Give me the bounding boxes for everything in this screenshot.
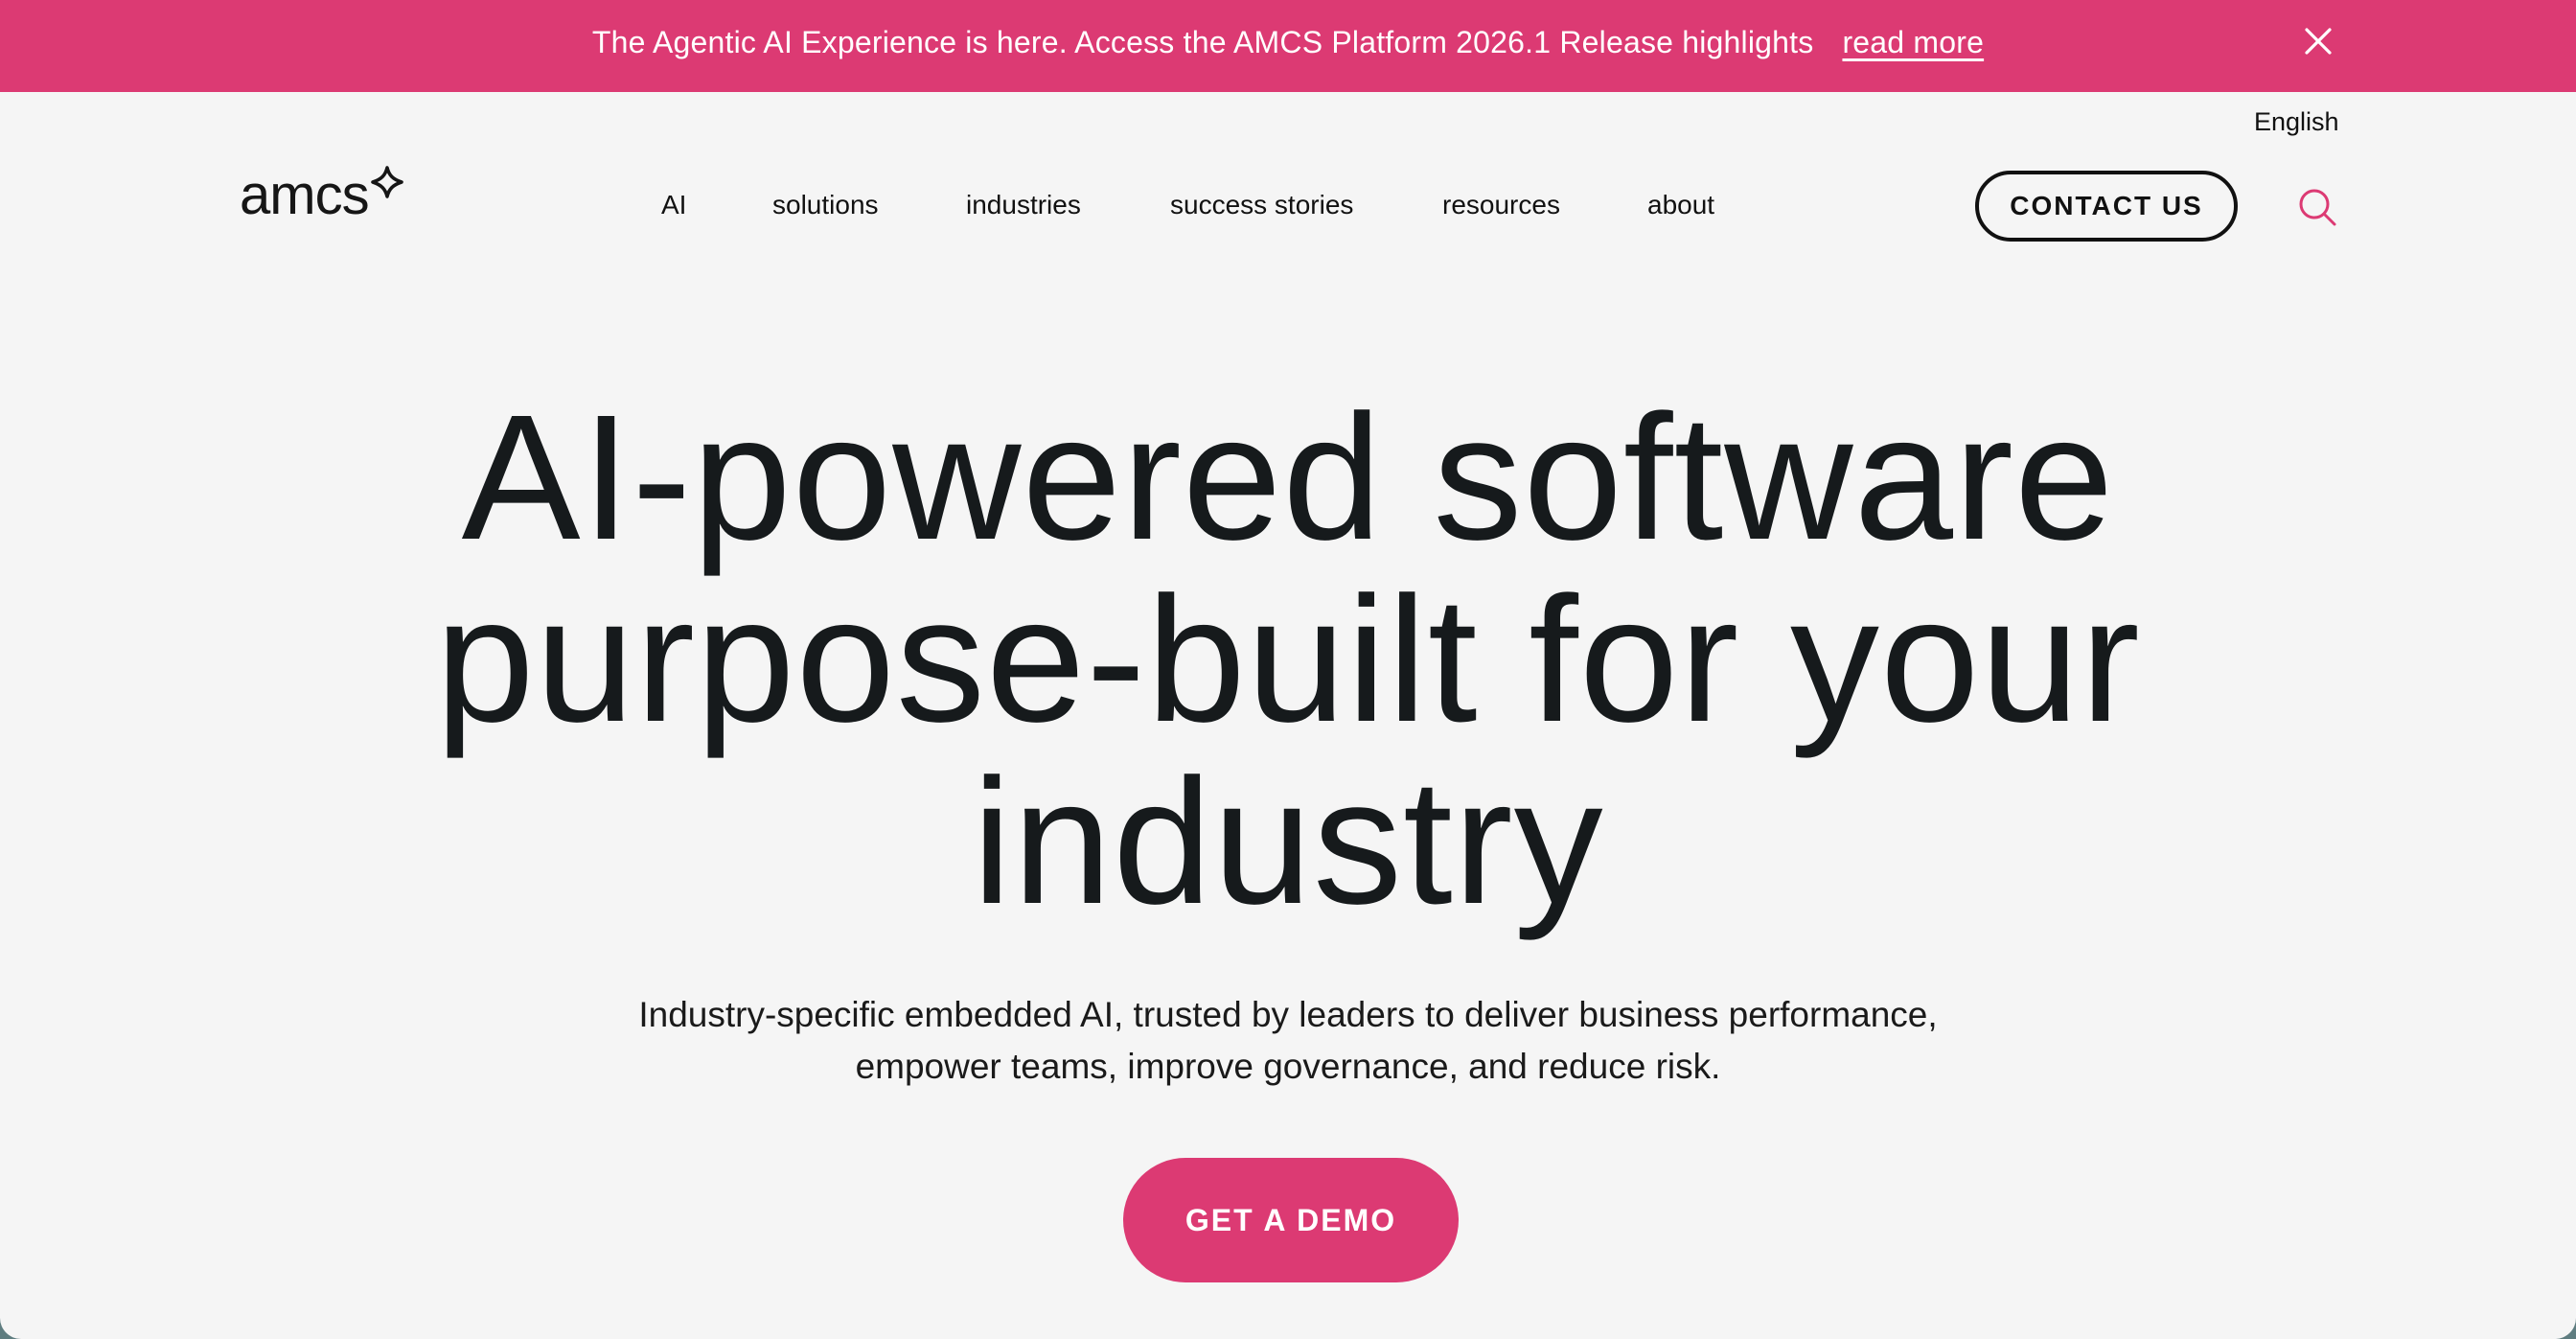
hero-subtitle: Industry-specific embedded AI, trusted b… (0, 989, 2576, 1093)
hero-title-line-1: AI-powered software (461, 379, 2115, 577)
spark-icon (371, 166, 403, 198)
nav-item-solutions[interactable]: solutions (772, 190, 879, 220)
close-icon[interactable] (2304, 27, 2333, 56)
amcs-logo[interactable]: amcs (240, 165, 408, 226)
nav-item-about[interactable]: about (1647, 190, 1714, 220)
banner-read-more-link[interactable]: read more (1842, 25, 1984, 60)
hero-subtitle-line-1: Industry-specific embedded AI, trusted b… (638, 995, 1938, 1034)
hero-subtitle-line-2: empower teams, improve governance, and r… (855, 1047, 1721, 1086)
page: The Agentic AI Experience is here. Acces… (0, 0, 2576, 1339)
contact-us-button[interactable]: CONTACT US (1975, 171, 2238, 242)
logo-wordmark: amcs (240, 164, 370, 226)
language-selector[interactable]: English (2254, 107, 2339, 137)
hero-title-line-3: industry (972, 743, 1604, 941)
get-a-demo-button[interactable]: GET A DEMO (1123, 1158, 1459, 1282)
banner-content: The Agentic AI Experience is here. Acces… (0, 0, 2576, 84)
nav-item-success-stories[interactable]: success stories (1170, 190, 1353, 220)
hero-title: AI-powered software purpose-built for yo… (0, 387, 2576, 934)
announcement-banner: The Agentic AI Experience is here. Acces… (0, 0, 2576, 92)
nav-item-industries[interactable]: industries (966, 190, 1081, 220)
search-icon[interactable] (2296, 186, 2338, 228)
hero-title-line-2: purpose-built for your (435, 561, 2141, 759)
nav-item-resources[interactable]: resources (1442, 190, 1560, 220)
banner-message: The Agentic AI Experience is here. Acces… (591, 24, 1814, 59)
nav-item-ai[interactable]: AI (661, 190, 686, 220)
